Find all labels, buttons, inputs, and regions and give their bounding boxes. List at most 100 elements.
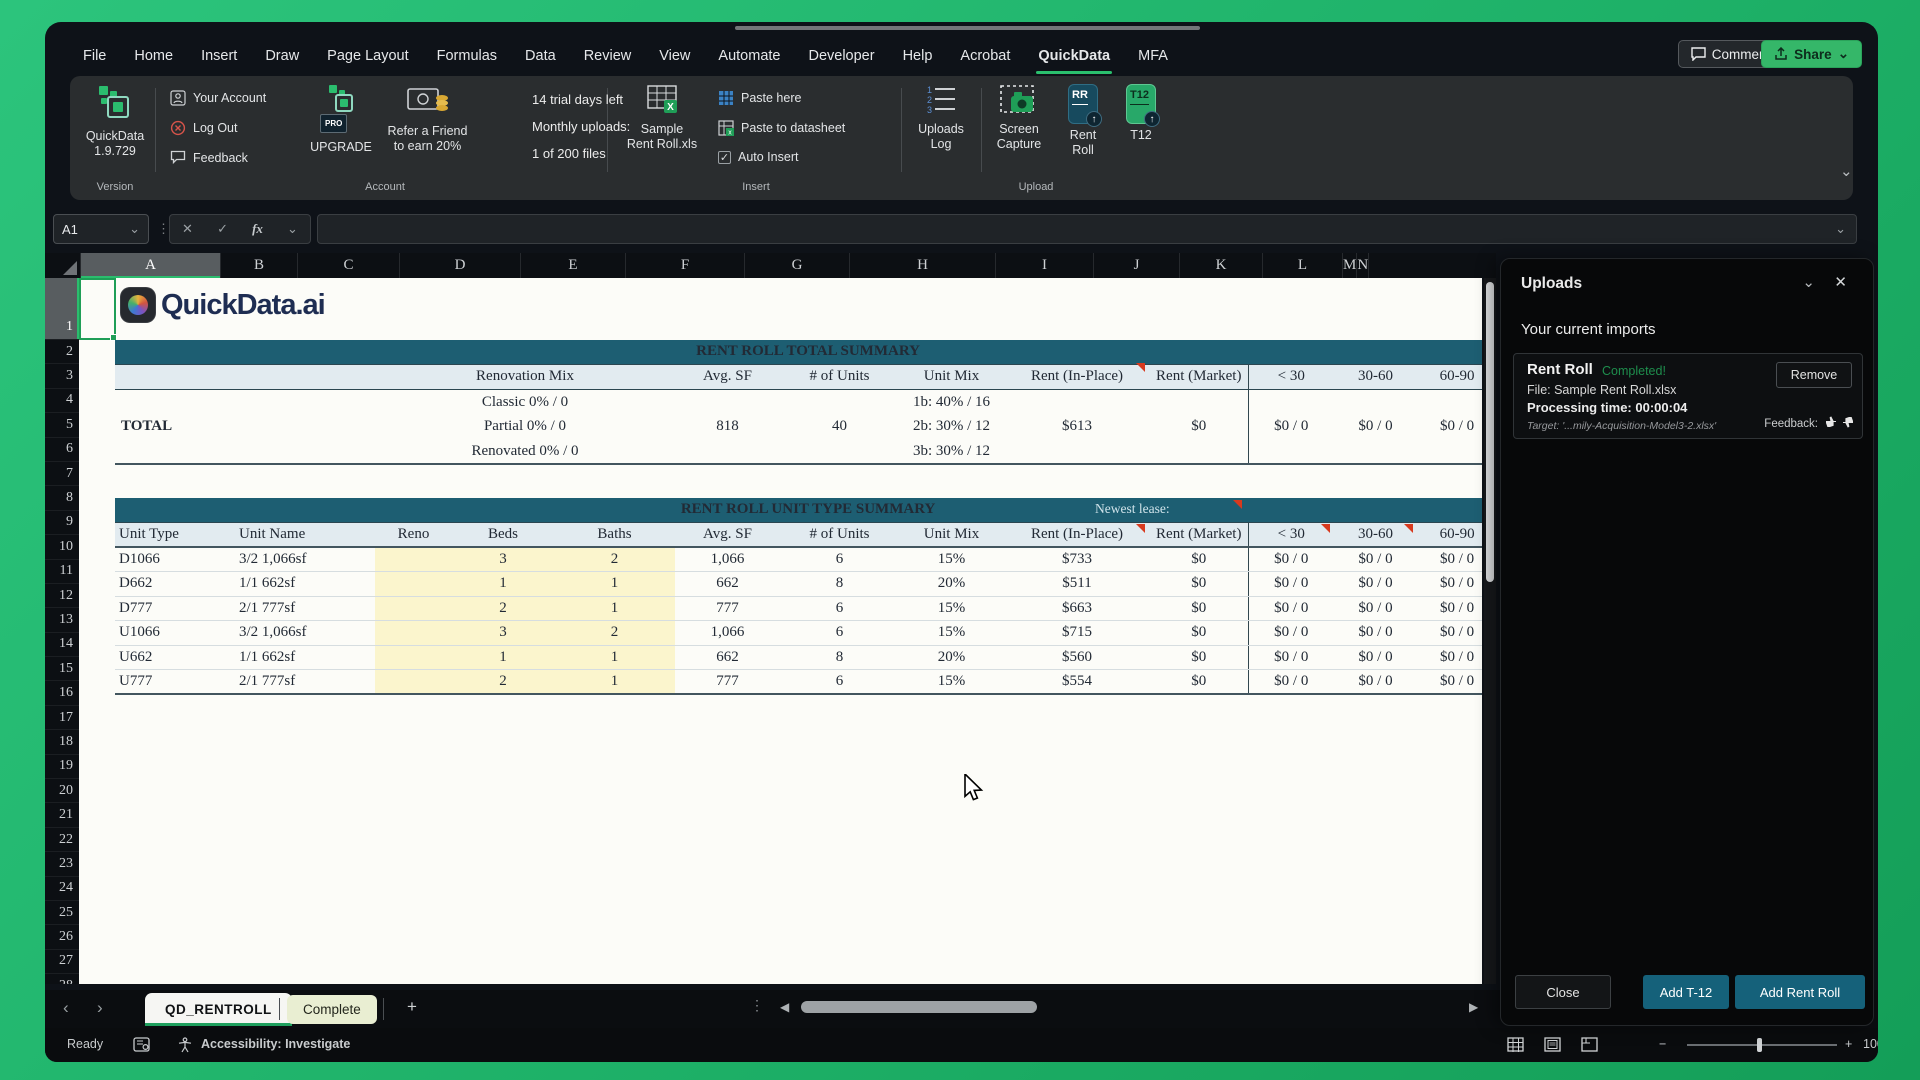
add-sheet-icon[interactable]: + [407,997,417,1017]
row-header[interactable]: 1 [45,278,79,340]
vertical-scrollbar[interactable] [1484,278,1496,984]
add-t12-button[interactable]: Add T-12 [1643,975,1729,1009]
scrollbar-grip-icon[interactable]: ⋮ [750,997,764,1014]
row-header[interactable]: 8 [45,486,79,510]
row-header[interactable]: 17 [45,706,79,730]
column-header[interactable]: G [745,253,850,278]
row-header[interactable]: 2 [45,340,79,364]
accessibility-status[interactable]: Accessibility: Investigate [201,1037,350,1051]
row-header[interactable]: 26 [45,925,79,949]
menu-item[interactable]: Developer [794,42,888,70]
your-account-button[interactable]: Your Account [170,90,266,106]
column-header[interactable]: C [298,253,400,278]
row-header[interactable]: 19 [45,755,79,779]
log-out-button[interactable]: Log Out [170,120,237,136]
menu-item[interactable]: Automate [704,42,794,70]
horizontal-scrollbar-thumb[interactable] [801,1001,1037,1013]
row-header[interactable]: 12 [45,584,79,608]
uploads-log-button[interactable]: 123 Uploads Log [908,84,974,152]
column-header[interactable]: J [1094,253,1180,278]
column-header[interactable]: K [1180,253,1263,278]
unit-type-row[interactable]: U777 2/1 777sf 2 1 777 6 15% $554 $0 $0 … [115,670,1482,695]
next-sheet-icon[interactable]: › [97,998,103,1018]
row-header[interactable]: 25 [45,901,79,925]
zoom-slider-thumb[interactable] [1757,1038,1762,1052]
screen-capture-button[interactable]: Screen Capture [985,84,1053,152]
row-header[interactable]: 11 [45,560,79,584]
menu-item[interactable]: Acrobat [946,42,1024,70]
normal-view-icon[interactable] [1507,1037,1524,1052]
row-header[interactable]: 28 [45,974,79,984]
page-layout-view-icon[interactable] [1544,1037,1561,1052]
column-header[interactable]: D [400,253,521,278]
row-header[interactable]: 18 [45,730,79,754]
zoom-level[interactable]: 100% [1863,1037,1878,1051]
thumbs-down-icon[interactable] [1825,416,1837,428]
menu-item[interactable]: File [69,42,120,70]
menu-item[interactable]: MFA [1124,42,1182,70]
unit-type-row[interactable]: D662 1/1 662sf 1 1 662 8 20% $511 $0 $0 … [115,572,1482,597]
ribbon-collapse-chevron-icon[interactable]: ⌄ [1840,162,1853,180]
row-header[interactable]: 9 [45,511,79,535]
share-button[interactable]: Share ⌄ [1761,40,1862,68]
column-header[interactable]: E [521,253,626,278]
macro-record-icon[interactable] [133,1037,150,1052]
close-button[interactable]: Close [1515,975,1611,1009]
row-header[interactable]: 24 [45,877,79,901]
vertical-scrollbar-thumb[interactable] [1486,282,1494,582]
page-break-view-icon[interactable] [1581,1037,1598,1052]
row-header[interactable]: 21 [45,803,79,827]
column-header[interactable]: L [1263,253,1343,278]
zoom-out-icon[interactable]: − [1659,1037,1666,1051]
accessibility-icon[interactable] [177,1037,193,1053]
panel-close-icon[interactable]: ✕ [1834,273,1847,291]
scroll-right-icon[interactable]: ▶ [1469,1000,1478,1014]
column-header[interactable]: B [221,253,298,278]
refer-a-friend-button[interactable]: Refer a Friend to earn 20% [380,86,475,154]
menu-item[interactable]: Home [120,42,187,70]
insert-function-icon[interactable]: fx [252,221,263,237]
column-header[interactable]: N [1357,253,1369,278]
row-header[interactable]: 15 [45,657,79,681]
unit-type-row[interactable]: D1066 3/2 1,066sf 3 2 1,066 6 15% $733 $… [115,547,1482,572]
zoom-in-icon[interactable]: + [1845,1037,1852,1051]
confirm-entry-icon[interactable]: ✓ [217,221,228,237]
window-drag-handle[interactable] [735,26,1200,30]
zoom-slider[interactable] [1687,1044,1837,1046]
row-header[interactable]: 20 [45,779,79,803]
row-header[interactable]: 4 [45,389,79,413]
auto-insert-checkbox[interactable]: ✓ Auto Insert [718,150,798,164]
row-header[interactable]: 14 [45,633,79,657]
menu-item[interactable]: Help [889,42,947,70]
cancel-entry-icon[interactable]: ✕ [182,221,193,237]
paste-to-datasheet-button[interactable]: x Paste to datasheet [718,120,845,136]
feedback-button[interactable]: Feedback [170,150,248,165]
sample-rent-roll-button[interactable]: X Sample Rent Roll.xls [622,84,702,152]
quickdata-version-button[interactable]: QuickData 1.9.729 [80,84,150,159]
column-header[interactable]: F [626,253,745,278]
rent-roll-upload-button[interactable]: RR ↑ Rent Roll [1055,84,1111,158]
row-header[interactable]: 23 [45,852,79,876]
menu-item[interactable]: Data [511,42,570,70]
remove-button[interactable]: Remove [1776,362,1852,388]
row-header[interactable]: 3 [45,364,79,388]
paste-here-button[interactable]: Paste here [718,90,801,106]
unit-type-row[interactable]: D777 2/1 777sf 2 1 777 6 15% $663 $0 $0 … [115,596,1482,621]
row-header[interactable]: 27 [45,950,79,974]
column-header[interactable]: H [850,253,996,278]
t12-upload-button[interactable]: T12 ↑ T12 [1116,84,1166,143]
scroll-left-icon[interactable]: ◀ [780,1000,789,1014]
formula-input[interactable]: ⌄ [317,214,1857,244]
row-header[interactable]: 22 [45,828,79,852]
unit-type-row[interactable]: U662 1/1 662sf 1 1 662 8 20% $560 $0 $0 … [115,645,1482,670]
row-header[interactable]: 10 [45,535,79,559]
select-all-corner[interactable] [45,253,81,278]
row-header[interactable]: 13 [45,608,79,632]
menu-item[interactable]: Review [570,42,646,70]
sheet-canvas[interactable]: QuickData.ai RENT ROLL TOTAL SUMMARY Ren… [79,278,1482,984]
menu-item[interactable]: Formulas [423,42,511,70]
menu-item[interactable]: Insert [187,42,251,70]
panel-collapse-chevron-icon[interactable]: ⌄ [1802,273,1815,291]
column-header[interactable]: A [81,253,221,278]
thumbs-up-icon[interactable] [1842,416,1854,428]
